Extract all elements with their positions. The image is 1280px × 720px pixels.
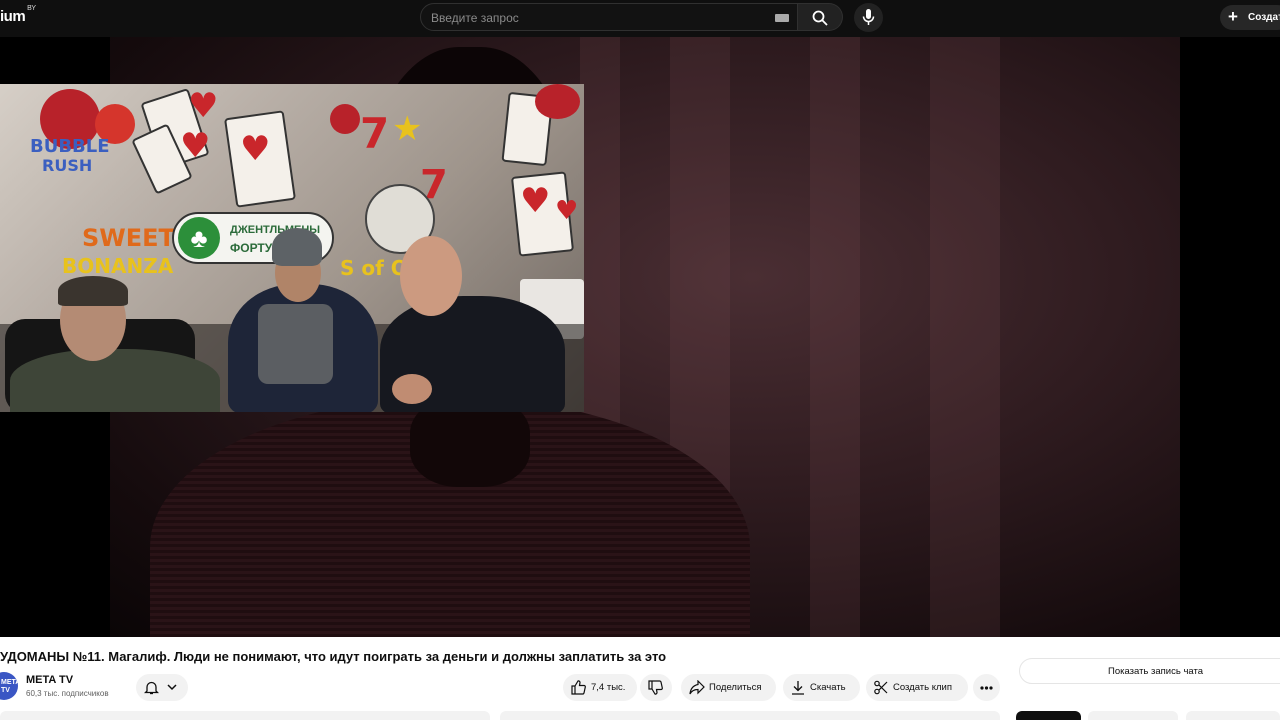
- bell-icon: [144, 681, 159, 695]
- create-button[interactable]: + Создать: [1220, 5, 1280, 30]
- chip[interactable]: [1016, 711, 1081, 720]
- thumbs-up-icon: [571, 680, 586, 695]
- recommendation-chips: [0, 709, 1280, 720]
- search-input[interactable]: [431, 10, 761, 26]
- channel-name[interactable]: META TV: [26, 674, 73, 686]
- stream-host-1: [10, 349, 220, 412]
- chip[interactable]: [0, 711, 490, 720]
- chip[interactable]: [1186, 711, 1280, 720]
- download-label: Скачать: [810, 682, 846, 693]
- download-icon: [792, 681, 804, 695]
- like-button[interactable]: 7,4 тыс.: [563, 674, 637, 701]
- top-bar: iumBY + Создать: [0, 0, 1280, 37]
- search-box: [420, 3, 798, 31]
- clover-icon: ♣: [178, 217, 220, 259]
- chip[interactable]: [1088, 711, 1178, 720]
- like-count: 7,4 тыс.: [591, 682, 626, 693]
- voice-search-button[interactable]: [854, 3, 883, 32]
- thumbs-down-icon: [648, 680, 663, 695]
- logo[interactable]: ium BY: [0, 5, 36, 25]
- more-icon: [980, 686, 993, 690]
- video-info: УДОМАНЫ №11. Магалиф. Люди не понимают, …: [0, 637, 1280, 720]
- chip[interactable]: [500, 711, 1000, 720]
- logo-badge: BY: [27, 5, 36, 12]
- notification-button[interactable]: [136, 674, 188, 701]
- clip-label: Создать клип: [893, 682, 952, 693]
- search-icon: [812, 10, 828, 26]
- subscriber-count: 60,3 тыс. подписчиков: [26, 689, 109, 698]
- channel-avatar[interactable]: META TV: [0, 672, 20, 700]
- more-actions-button[interactable]: [973, 674, 1000, 701]
- share-button[interactable]: Поделиться: [681, 674, 776, 701]
- keyboard-icon[interactable]: [775, 14, 789, 22]
- clip-button[interactable]: Создать клип: [866, 674, 968, 701]
- chevron-down-icon: [167, 684, 177, 691]
- create-label: Создать: [1248, 12, 1280, 23]
- download-button[interactable]: Скачать: [783, 674, 860, 701]
- share-icon: [689, 680, 705, 695]
- video-player[interactable]: BUBBLE RUSH ♥ ♥ ♥ 7 ★ 7 ♥ ♥ SWEET BONANZ…: [0, 37, 1280, 637]
- plus-icon: +: [1228, 7, 1238, 26]
- stream-overlay: BUBBLE RUSH ♥ ♥ ♥ 7 ★ 7 ♥ ♥ SWEET BONANZ…: [0, 84, 584, 412]
- share-label: Поделиться: [709, 682, 762, 693]
- scissors-icon: [874, 680, 888, 695]
- show-chat-replay-button[interactable]: Показать запись чата: [1019, 658, 1280, 684]
- video-title: УДОМАНЫ №11. Магалиф. Люди не понимают, …: [0, 649, 667, 664]
- mic-icon: [862, 9, 875, 25]
- dislike-button[interactable]: [640, 674, 672, 701]
- chat-replay-label: Показать запись чата: [1108, 666, 1204, 677]
- search-button[interactable]: [798, 3, 843, 31]
